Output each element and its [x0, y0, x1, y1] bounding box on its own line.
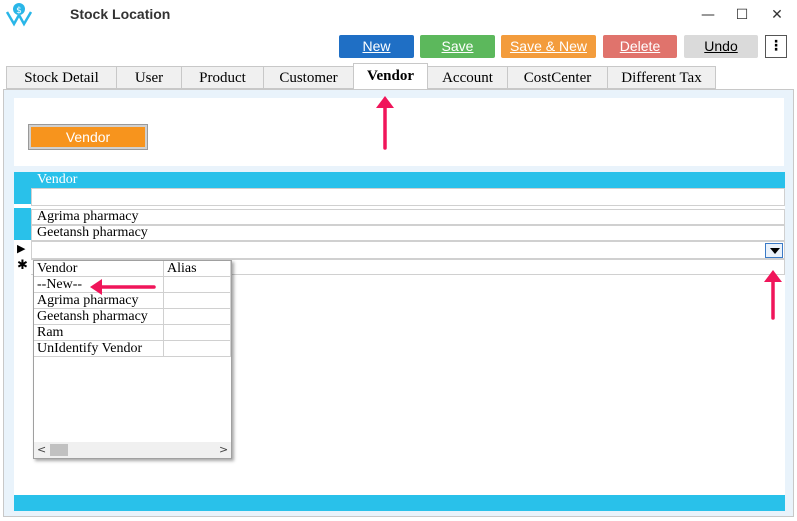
save-and-new-button[interactable]: Save & New — [501, 35, 596, 58]
popup-column-header-alias[interactable]: Alias — [164, 261, 231, 277]
new-button[interactable]: New — [339, 35, 414, 58]
maximize-button[interactable]: ☐ — [728, 4, 756, 26]
minimize-button[interactable]: — — [694, 4, 722, 26]
row-selector[interactable] — [14, 208, 31, 240]
row-selector[interactable] — [14, 188, 31, 204]
annotation-arrow-up-icon — [376, 96, 394, 150]
grid-footer — [14, 495, 785, 511]
undo-button[interactable]: Undo — [684, 35, 758, 58]
grid-row[interactable]: Agrima pharmacy — [31, 209, 785, 225]
current-row-indicator-icon: ▶ — [17, 242, 26, 255]
delete-button[interactable]: Delete — [603, 35, 677, 58]
scrollbar-thumb[interactable] — [50, 444, 68, 456]
grid-column-header-vendor[interactable]: Vendor — [37, 172, 77, 188]
popup-vendor-cell[interactable]: Ram — [34, 325, 164, 341]
popup-alias-cell[interactable] — [164, 293, 231, 309]
annotation-arrow-left-icon — [90, 279, 156, 295]
grid-row[interactable] — [31, 188, 785, 206]
tab-customer[interactable]: Customer — [263, 66, 354, 89]
annotation-arrow-up-icon — [764, 270, 782, 320]
scroll-right-icon[interactable]: > — [219, 442, 228, 458]
popup-list-item[interactable]: Geetansh pharmacy — [34, 309, 231, 325]
vendor-section-label: Vendor — [28, 124, 148, 150]
popup-horizontal-scrollbar[interactable]: < > — [34, 442, 231, 458]
popup-list-item[interactable]: Ram — [34, 325, 231, 341]
grid-row[interactable]: Geetansh pharmacy — [31, 225, 785, 241]
chevron-down-icon[interactable] — [765, 243, 783, 258]
popup-alias-cell[interactable] — [164, 277, 231, 293]
grid-row-current[interactable] — [31, 241, 785, 259]
popup-vendor-cell[interactable]: Geetansh pharmacy — [34, 309, 164, 325]
close-button[interactable]: ✕ — [763, 4, 791, 26]
popup-list-item[interactable]: UnIdentify Vendor — [34, 341, 231, 357]
more-options-button[interactable]: ⋮ — [765, 35, 787, 58]
popup-column-header-vendor[interactable]: Vendor — [34, 261, 164, 277]
tab-different-tax[interactable]: Different Tax — [607, 66, 716, 89]
tab-account[interactable]: Account — [427, 66, 508, 89]
new-row-indicator-icon: ✱ — [17, 258, 28, 273]
popup-vendor-cell[interactable]: UnIdentify Vendor — [34, 341, 164, 357]
svg-text:$: $ — [16, 6, 22, 16]
window-title: Stock Location — [70, 6, 171, 22]
tab-user[interactable]: User — [116, 66, 182, 89]
tab-costcenter[interactable]: CostCenter — [507, 66, 608, 89]
tab-product[interactable]: Product — [181, 66, 264, 89]
app-logo-icon: $ — [5, 3, 33, 27]
scroll-left-icon[interactable]: < — [37, 442, 46, 458]
popup-alias-cell[interactable] — [164, 341, 231, 357]
popup-header-row: Vendor Alias — [34, 261, 231, 277]
save-button[interactable]: Save — [420, 35, 495, 58]
tab-stock-detail[interactable]: Stock Detail — [6, 66, 117, 89]
grid-header: Vendor — [14, 172, 785, 188]
popup-alias-cell[interactable] — [164, 309, 231, 325]
tab-vendor[interactable]: Vendor — [353, 63, 428, 90]
popup-alias-cell[interactable] — [164, 325, 231, 341]
upper-panel: Vendor — [14, 98, 784, 166]
title-bar: $ Stock Location — ☐ ✕ — [0, 0, 797, 32]
